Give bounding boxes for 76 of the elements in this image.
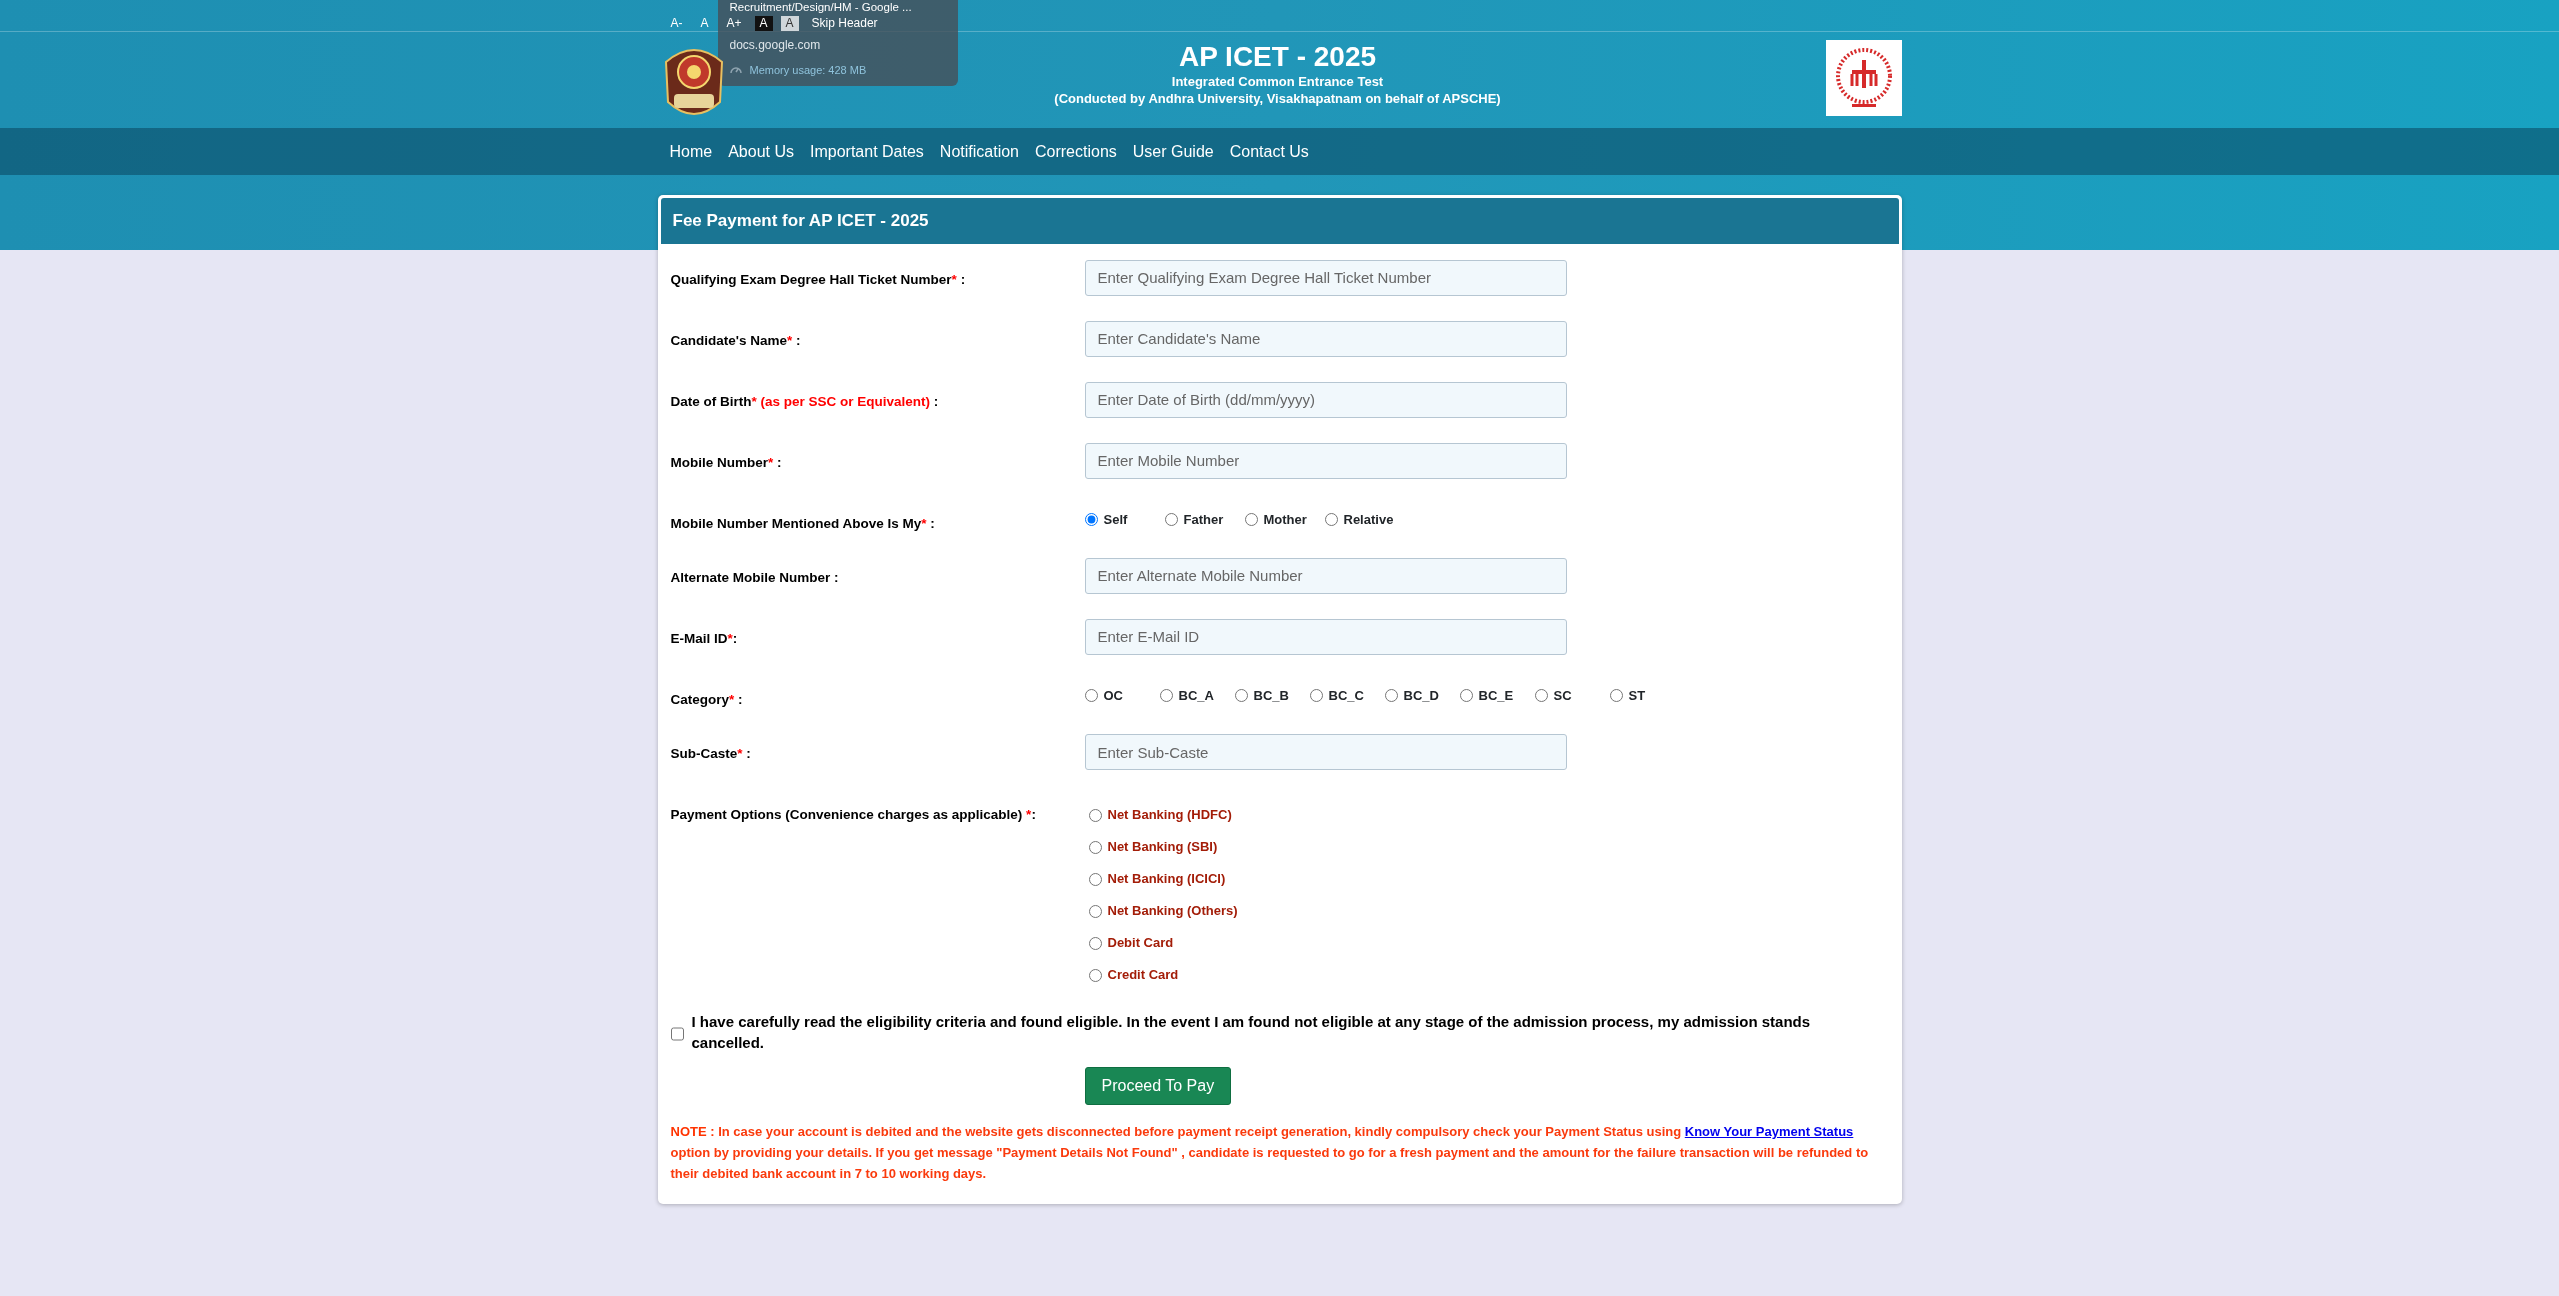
proceed-to-pay-button[interactable]: Proceed To Pay [1084,1067,1232,1105]
payment-status-link[interactable]: Know Your Payment Status [1684,1124,1854,1139]
radio-label[interactable]: Net Banking (SBI) [1107,837,1218,857]
radio-label[interactable]: BC_C [1328,685,1364,706]
input-field[interactable]: Enter Candidate's Name [1084,320,1567,357]
nav-link[interactable]: About Us [720,128,802,175]
radio-label[interactable]: BC_B [1253,685,1289,706]
site-title: AP ICET - 2025 [1177,41,1378,73]
font-size-button[interactable]: A [695,16,714,31]
radio-label[interactable]: ST [1628,685,1646,706]
radio-label[interactable]: SC [1553,685,1572,706]
field-label: Date of Birth* (as per SSC or Equivalent) : [670,392,940,411]
nav-link[interactable]: User Guide [1124,128,1222,175]
nav-link[interactable]: Contact Us [1221,128,1317,175]
input-field[interactable]: Enter Date of Birth (dd/mm/yyyy) [1084,381,1567,418]
radio-label[interactable]: BC_A [1178,685,1214,706]
radio-label[interactable]: Father [1183,509,1224,529]
field-label: Payment Options (Convenience charges as applicable) *: [670,806,1037,824]
hover-card-url: docs.google.com [729,38,821,52]
font-size-button[interactable]: Skip Header [806,16,883,31]
radio-label[interactable]: Self [1103,509,1128,529]
radio-button[interactable] [1088,840,1102,854]
radio-button[interactable] [1244,512,1258,526]
radio-button[interactable] [1088,968,1102,982]
memory-usage-text: Memory usage: 428 MB [749,63,867,78]
field-label: Alternate Mobile Number : [670,568,840,587]
field-label: Sub-Caste* : [670,745,752,763]
radio-label[interactable]: Mother [1263,509,1307,529]
radio-label[interactable]: BC_D [1403,685,1439,706]
font-size-button[interactable]: A- [665,16,688,31]
radio-button[interactable] [1534,689,1548,702]
site-subtitle: Integrated Common Entrance Test [1170,73,1385,90]
field-label: Mobile Number Mentioned Above Is My* : [670,514,936,533]
radio-label[interactable]: Net Banking (ICICI) [1107,869,1226,889]
radio-button[interactable] [1609,689,1623,702]
form-title: Fee Payment for AP ICET - 2025 [660,198,1899,244]
radio-button[interactable] [1084,689,1098,702]
field-label: Category* : [670,690,744,709]
field-label: Qualifying Exam Degree Hall Ticket Number* : [670,270,967,289]
radio-label[interactable]: BC_E [1478,685,1514,706]
radio-label[interactable]: Relative [1343,509,1394,529]
field-label: Candidate's Name* : [670,331,802,350]
radio-button[interactable] [1084,512,1098,526]
radio-label[interactable]: OC [1103,685,1123,706]
radio-button[interactable] [1384,689,1398,702]
hover-card-title: Recruitment/Design/HM - Google ... [729,1,912,14]
radio-label[interactable]: Debit Card [1107,933,1174,953]
input-field[interactable]: Enter Mobile Number [1084,442,1567,479]
radio-button[interactable] [1088,872,1102,886]
input-field[interactable]: Enter E-Mail ID [1084,618,1567,655]
council-logo-icon [1825,40,1902,116]
radio-label[interactable]: Net Banking (Others) [1107,901,1238,921]
nav-link[interactable]: Home [661,128,721,175]
conducted-by-text: (Conducted by Andhra University, Visakhapatnam on behalf of APSCHE) [1054,90,1501,107]
radio-button[interactable] [1459,689,1473,702]
field-label: Mobile Number* : [670,453,783,472]
radio-button[interactable] [1088,904,1102,918]
payment-note: NOTE : In case your account is debited and the website gets disconnected before payment receipt generation, kindly compulsory check your Payment Status using Know Your Payment Status option by providing your details. If you get message "Payment Details Not Found" , candidate is requested to go for a fresh payment and the amount for the failure transaction will be refunded to their debited bank account in 7 to 10 working days. [669,1123,1870,1183]
field-label: E-Mail ID*: [670,629,739,648]
input-field[interactable]: Enter Alternate Mobile Number [1084,557,1567,594]
nav-link[interactable]: Important Dates [802,128,932,175]
radio-button[interactable] [1234,689,1248,702]
input-field[interactable]: Enter Qualifying Exam Degree Hall Ticket Number [1084,259,1567,296]
radio-button[interactable] [1088,808,1102,822]
nav-link[interactable]: Notification [931,128,1027,175]
radio-button[interactable] [1164,512,1178,526]
agreement-text: I have carefully read the eligibility criteria and found eligible. In the event I am found not eligible at any stage of the admission process, my admission stands cancelled. [691,1012,1812,1053]
radio-button[interactable] [1088,936,1102,950]
input-field[interactable]: Enter Sub-Caste [1084,734,1567,770]
radio-label[interactable]: Net Banking (HDFC) [1107,805,1232,825]
radio-button[interactable] [1324,512,1338,526]
radio-label[interactable]: Credit Card [1107,965,1179,985]
radio-button[interactable] [1309,689,1323,702]
nav-link[interactable]: Corrections [1027,128,1125,175]
radio-button[interactable] [1159,689,1173,702]
font-size-button[interactable]: A+ [721,16,747,31]
